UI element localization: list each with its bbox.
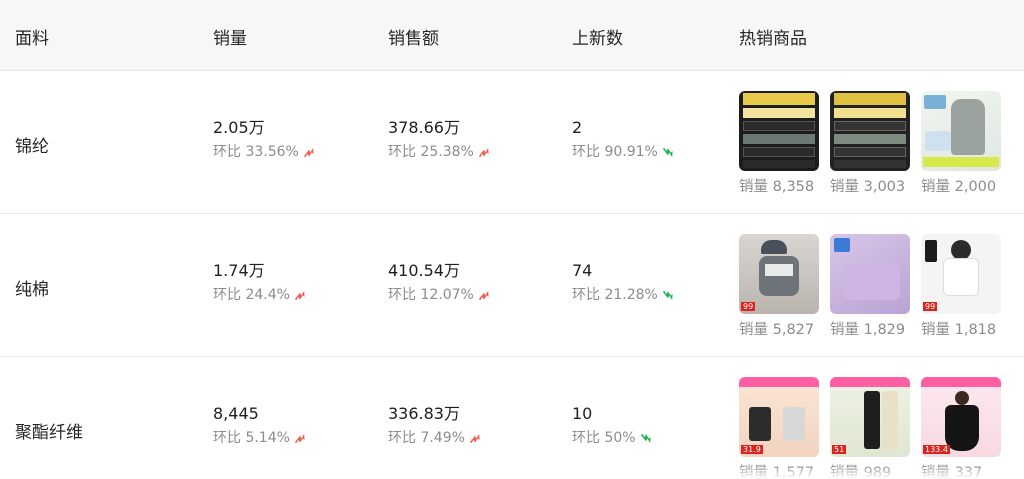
product-sales: 销量 3,003 [830, 179, 906, 195]
fabric-name: 锦纶 [15, 137, 49, 157]
change-text: 环比 33.56% [213, 144, 299, 160]
new-items-value: 2 [572, 118, 583, 137]
fabric-ranking-table: 面料 销量 销售额 上新数 热销商品 锦纶 2.05万 环比 33.56% 37… [0, 0, 1024, 479]
sales-amount-cell: 336.83万 环比 7.49% [388, 404, 481, 447]
product-sales: 销量 2,000 [921, 179, 997, 195]
trend-up-icon [294, 290, 305, 300]
sales-amount-value: 336.83万 [388, 404, 460, 423]
sales-volume-value: 2.05万 [213, 118, 265, 137]
product-sales: 销量 5,827 [739, 322, 815, 338]
trend-up-icon [478, 147, 489, 157]
product-sales: 销量 8,358 [739, 179, 815, 195]
new-items-change: 环比 90.91% [572, 143, 674, 161]
product-thumbnail[interactable] [830, 234, 910, 314]
price-tag: 31.9 [741, 445, 763, 454]
sales-volume-cell: 8,445 环比 5.14% [213, 404, 306, 447]
sales-amount-change: 环比 7.49% [388, 429, 481, 447]
product-thumbnail[interactable]: 99 [739, 234, 819, 314]
hot-product-card[interactable]: 99 销量 1,818 [921, 234, 1003, 339]
sales-volume-value: 8,445 [213, 404, 259, 423]
hot-product-card[interactable]: 51 销量 989 [830, 377, 912, 479]
header-sales-volume[interactable]: 销量 [213, 24, 247, 49]
product-thumbnail[interactable]: 51 [830, 377, 910, 457]
new-items-cell: 2 环比 90.91% [572, 118, 674, 161]
header-new-items[interactable]: 上新数 [572, 24, 623, 49]
sales-volume-cell: 1.74万 环比 24.4% [213, 261, 306, 304]
new-items-cell: 10 环比 50% [572, 404, 652, 447]
table-header: 面料 销量 销售额 上新数 热销商品 [0, 0, 1024, 71]
change-text: 环比 25.38% [388, 144, 474, 160]
fabric-name: 纯棉 [15, 280, 49, 300]
sales-volume-value: 1.74万 [213, 261, 265, 280]
trend-down-icon [662, 147, 673, 157]
product-thumbnail[interactable]: 99 [921, 234, 1001, 314]
fabric-name: 聚酯纤维 [15, 423, 83, 443]
hot-product-card[interactable]: 99 销量 5,827 [739, 234, 821, 339]
sales-amount-cell: 410.54万 环比 12.07% [388, 261, 490, 304]
trend-up-icon [469, 433, 480, 443]
change-text: 环比 50% [572, 430, 636, 446]
sales-volume-change: 环比 24.4% [213, 286, 306, 304]
product-sales: 销量 1,818 [921, 322, 997, 338]
product-thumbnail[interactable]: 31.9 [739, 377, 819, 457]
hot-product-card[interactable]: 销量 3,003 [830, 91, 912, 196]
sales-volume-change: 环比 5.14% [213, 429, 306, 447]
hot-product-card[interactable]: 133.4 销量 337 [921, 377, 1003, 479]
sales-amount-cell: 378.66万 环比 25.38% [388, 118, 490, 161]
header-hot-products: 热销商品 [739, 29, 807, 49]
product-thumbnail[interactable]: 133.4 [921, 377, 1001, 457]
product-thumbnail[interactable] [830, 91, 910, 171]
trend-up-icon [294, 433, 305, 443]
hot-product-card[interactable]: 销量 8,358 [739, 91, 821, 196]
price-tag: 99 [741, 302, 756, 311]
scroll-fade [0, 465, 1024, 479]
hot-product-card[interactable]: 销量 2,000 [921, 91, 1003, 196]
price-tag: 133.4 [923, 445, 950, 454]
change-text: 环比 21.28% [572, 287, 658, 303]
table-row: 锦纶 2.05万 环比 33.56% 378.66万 环比 25.38% 2 环… [0, 71, 1024, 214]
trend-up-icon [303, 147, 314, 157]
sales-amount-change: 环比 12.07% [388, 286, 490, 304]
sales-amount-change: 环比 25.38% [388, 143, 490, 161]
new-items-value: 10 [572, 404, 593, 423]
change-text: 环比 5.14% [213, 430, 290, 446]
table-row: 聚酯纤维 8,445 环比 5.14% 336.83万 环比 7.49% 10 … [0, 357, 1024, 479]
new-items-value: 74 [572, 261, 593, 280]
trend-down-icon [640, 433, 651, 443]
header-sales-amount[interactable]: 销售额 [388, 24, 439, 49]
price-tag: 99 [923, 302, 938, 311]
sales-volume-cell: 2.05万 环比 33.56% [213, 118, 315, 161]
product-thumbnail[interactable] [739, 91, 819, 171]
sales-amount-value: 378.66万 [388, 118, 460, 137]
change-text: 环比 7.49% [388, 430, 465, 446]
change-text: 环比 90.91% [572, 144, 658, 160]
sales-volume-change: 环比 33.56% [213, 143, 315, 161]
price-tag: 51 [832, 445, 847, 454]
change-text: 环比 24.4% [213, 287, 290, 303]
new-items-cell: 74 环比 21.28% [572, 261, 674, 304]
header-fabric: 面料 [15, 29, 49, 49]
table-row: 纯棉 1.74万 环比 24.4% 410.54万 环比 12.07% 74 环… [0, 214, 1024, 357]
trend-down-icon [662, 290, 673, 300]
sales-amount-value: 410.54万 [388, 261, 460, 280]
new-items-change: 环比 50% [572, 429, 652, 447]
new-items-change: 环比 21.28% [572, 286, 674, 304]
product-sales: 销量 1,829 [830, 322, 906, 338]
change-text: 环比 12.07% [388, 287, 474, 303]
hot-product-card[interactable]: 31.9 销量 1,577 [739, 377, 821, 479]
trend-up-icon [478, 290, 489, 300]
hot-product-card[interactable]: 销量 1,829 [830, 234, 912, 339]
product-thumbnail[interactable] [921, 91, 1001, 171]
